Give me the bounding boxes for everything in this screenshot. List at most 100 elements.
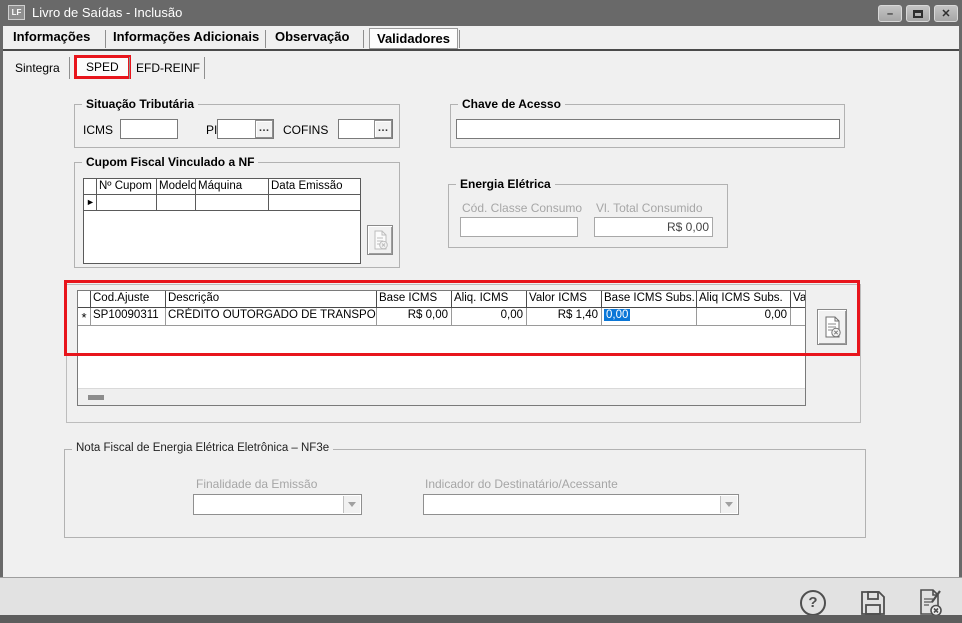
- subtab-separator: [69, 57, 70, 79]
- current-row-marker: ►: [84, 195, 97, 211]
- chevron-down-icon: [725, 502, 733, 507]
- cell-aliq-icms[interactable]: 0,00: [452, 308, 527, 326]
- ajustes-grid-hscrollbar[interactable]: [78, 388, 805, 405]
- cupom-grid-empty-row[interactable]: ►: [84, 195, 360, 211]
- group-title: Nota Fiscal de Energia Elétrica Eletrôni…: [72, 442, 333, 454]
- col-cod-ajuste[interactable]: Cod.Ajuste: [91, 291, 166, 308]
- cupom-col-maquina[interactable]: Máquina: [196, 179, 269, 195]
- group-nf3e: Nota Fiscal de Energia Elétrica Eletrôni…: [64, 449, 866, 538]
- cupom-cell: [196, 195, 269, 211]
- col-aliq-icms-subs[interactable]: Aliq ICMS Subs.: [697, 291, 791, 308]
- close-icon: ✕: [941, 7, 950, 20]
- icms-label: ICMS: [83, 123, 113, 137]
- cupom-fiscal-grid[interactable]: Nº Cupom Modelo Máquina Data Emissão ►: [83, 178, 361, 264]
- dropdown-button: [343, 496, 360, 513]
- marker-header: [78, 291, 91, 308]
- tab-separator: [459, 30, 460, 48]
- save-icon: [858, 588, 888, 618]
- cupom-cell: [157, 195, 196, 211]
- cell-valor-icms[interactable]: R$ 1,40: [527, 308, 602, 326]
- group-energia-eletrica: Energia Elétrica Cód. Classe Consumo Vl.…: [448, 184, 728, 248]
- classe-consumo-field: [460, 217, 578, 237]
- ellipsis-icon: …: [259, 122, 270, 134]
- cell-descricao[interactable]: CRÉDITO OUTORGADO DE TRANSPORTE: [166, 308, 377, 326]
- cancel-document-icon: [915, 588, 945, 618]
- subtab-sped[interactable]: SPED: [74, 55, 131, 79]
- minimize-button[interactable]: –: [878, 5, 902, 22]
- tab-separator: [105, 30, 106, 48]
- chave-de-acesso-field[interactable]: [456, 119, 840, 139]
- save-button[interactable]: [858, 588, 888, 618]
- sub-tab-bar: Sintegra SPED EFD-REINF: [3, 53, 959, 83]
- group-situacao-tributaria: Situação Tributária ICMS PIS … COFINS …: [74, 104, 400, 148]
- col-valor-icms-subs[interactable]: Va: [791, 291, 805, 308]
- subtab-separator: [204, 57, 205, 79]
- tab-informacoes-adicionais[interactable]: Informações Adicionais: [113, 29, 259, 44]
- total-consumido-label: Vl. Total Consumido: [596, 201, 703, 215]
- ellipsis-icon: …: [378, 122, 389, 134]
- cell-valor-icms-subs[interactable]: [791, 308, 805, 326]
- ajustes-delete-row-button[interactable]: [817, 309, 847, 345]
- group-title: Chave de Acesso: [458, 97, 565, 111]
- cupom-grid-header: Nº Cupom Modelo Máquina Data Emissão: [84, 179, 360, 195]
- col-aliq-icms[interactable]: Aliq. ICMS: [452, 291, 527, 308]
- tab-validadores[interactable]: Validadores: [369, 28, 458, 49]
- classe-consumo-label: Cód. Classe Consumo: [462, 201, 582, 215]
- group-cupom-fiscal: Cupom Fiscal Vinculado a NF Nº Cupom Mod…: [74, 162, 400, 268]
- subtab-sintegra[interactable]: Sintegra: [15, 61, 60, 75]
- ajustes-grid-header: Cod.Ajuste Descrição Base ICMS Aliq. ICM…: [78, 291, 805, 308]
- cell-cod-ajuste[interactable]: SP10090311: [91, 308, 166, 326]
- subtab-efd-reinf[interactable]: EFD-REINF: [136, 61, 200, 75]
- indicador-label: Indicador do Destinatário/Acessante: [425, 477, 618, 491]
- subtab-separator: [129, 57, 130, 79]
- col-descricao[interactable]: Descrição: [166, 291, 377, 308]
- cofins-lookup-button[interactable]: …: [374, 120, 392, 138]
- ajustes-grid[interactable]: Cod.Ajuste Descrição Base ICMS Aliq. ICM…: [77, 290, 806, 406]
- col-valor-icms[interactable]: Valor ICMS: [527, 291, 602, 308]
- group-title: Situação Tributária: [82, 97, 198, 111]
- delete-document-icon: [372, 230, 389, 250]
- cupom-cell: [269, 195, 360, 211]
- ajustes-grid-row[interactable]: * SP10090311 CRÉDITO OUTORGADO DE TRANSP…: [78, 308, 805, 326]
- cell-base-icms[interactable]: R$ 0,00: [377, 308, 452, 326]
- cancel-document-button[interactable]: [915, 588, 945, 618]
- cofins-label: COFINS: [283, 123, 328, 137]
- col-base-icms-subs[interactable]: Base ICMS Subs.: [602, 291, 697, 308]
- help-button[interactable]: ?: [798, 588, 828, 618]
- cupom-cell: [97, 195, 157, 211]
- window-bottom-edge: [0, 615, 962, 623]
- cupom-col-modelo[interactable]: Modelo: [157, 179, 196, 195]
- selected-text: 0,00: [604, 309, 630, 321]
- cell-base-icms-subs-editor[interactable]: 0,00: [602, 308, 697, 326]
- app-window: LF Livro de Saídas - Inclusão – ✕ Inform…: [0, 0, 962, 623]
- total-consumido-field: [594, 217, 713, 237]
- window-title: Livro de Saídas - Inclusão: [32, 5, 182, 20]
- tab-observacao[interactable]: Observação: [275, 29, 349, 44]
- dropdown-button: [720, 496, 737, 513]
- group-title: Cupom Fiscal Vinculado a NF: [82, 155, 258, 169]
- cell-aliq-icms-subs[interactable]: 0,00: [697, 308, 791, 326]
- icms-field[interactable]: [120, 119, 178, 139]
- cupom-delete-row-button[interactable]: [367, 225, 393, 255]
- tab-separator: [265, 30, 266, 48]
- indicador-dropdown: [423, 494, 739, 515]
- cupom-col-numero[interactable]: Nº Cupom: [97, 179, 157, 195]
- tab-informacoes[interactable]: Informações: [13, 29, 90, 44]
- ajustes-grid-filler: [78, 326, 805, 388]
- cupom-grid-filler: [84, 211, 360, 263]
- cupom-col-data-emissao[interactable]: Data Emissão: [269, 179, 360, 195]
- finalidade-label: Finalidade da Emissão: [196, 477, 317, 491]
- hscrollbar-thumb[interactable]: [88, 395, 104, 400]
- close-button[interactable]: ✕: [934, 5, 958, 22]
- tab-separator: [363, 30, 364, 48]
- title-bar: LF Livro de Saídas - Inclusão – ✕: [0, 0, 962, 26]
- app-icon: LF: [8, 5, 25, 20]
- delete-document-icon: [823, 316, 842, 338]
- group-title: Energia Elétrica: [456, 177, 555, 191]
- maximize-button[interactable]: [906, 5, 930, 22]
- finalidade-dropdown: [193, 494, 362, 515]
- col-base-icms[interactable]: Base ICMS: [377, 291, 452, 308]
- pis-lookup-button[interactable]: …: [255, 120, 273, 138]
- cupom-marker-header: [84, 179, 97, 195]
- chevron-down-icon: [348, 502, 356, 507]
